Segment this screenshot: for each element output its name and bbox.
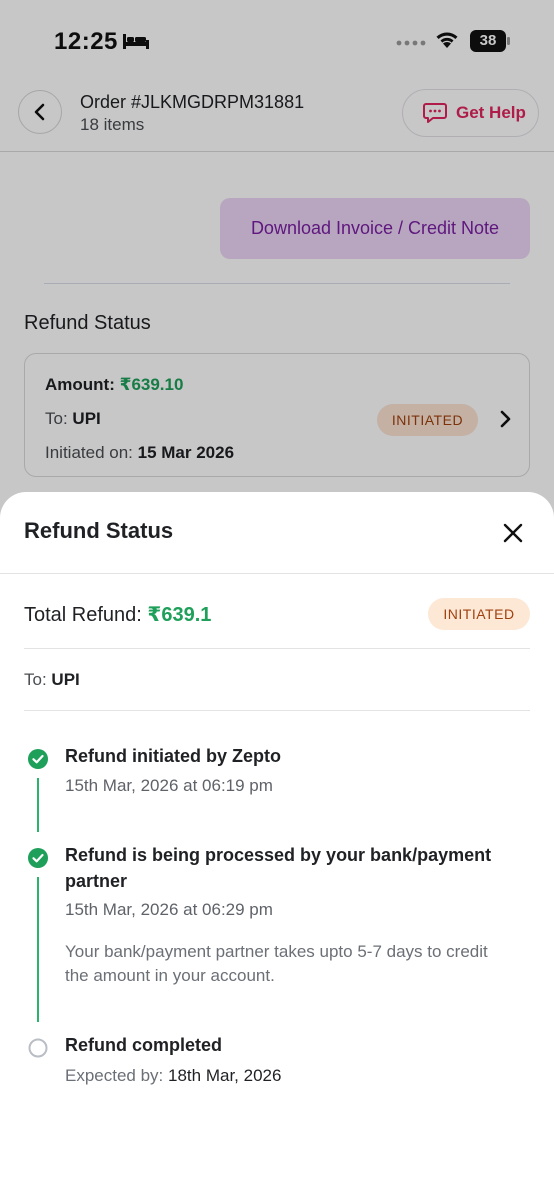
refund-status-sheet: Refund Status Total Refund: ₹639.1 INITI… bbox=[0, 492, 554, 1200]
check-circle-icon bbox=[28, 749, 48, 769]
timeline-connector bbox=[37, 877, 39, 1022]
step-timestamp: 15th Mar, 2026 at 06:29 pm bbox=[65, 900, 273, 919]
step-timestamp: 15th Mar, 2026 at 06:19 pm bbox=[65, 776, 273, 795]
step-title: Refund completed bbox=[65, 1035, 223, 1055]
expected-label: Expected by: bbox=[65, 1066, 164, 1085]
refund-timeline: Refund initiated by Zepto 15th Mar, 2026… bbox=[0, 492, 554, 1200]
empty-circle-icon bbox=[28, 1038, 48, 1058]
step-title: Refund initiated by Zepto bbox=[65, 746, 281, 766]
check-circle-icon bbox=[28, 848, 48, 868]
step-title: Refund is being processed by your bank/p… bbox=[65, 845, 492, 891]
timeline-connector bbox=[37, 778, 39, 832]
step-expected-date: Expected by: 18th Mar, 2026 bbox=[65, 1066, 281, 1086]
expected-value: 18th Mar, 2026 bbox=[168, 1066, 282, 1085]
step-note: Your bank/payment partner takes upto 5-7… bbox=[65, 942, 488, 985]
